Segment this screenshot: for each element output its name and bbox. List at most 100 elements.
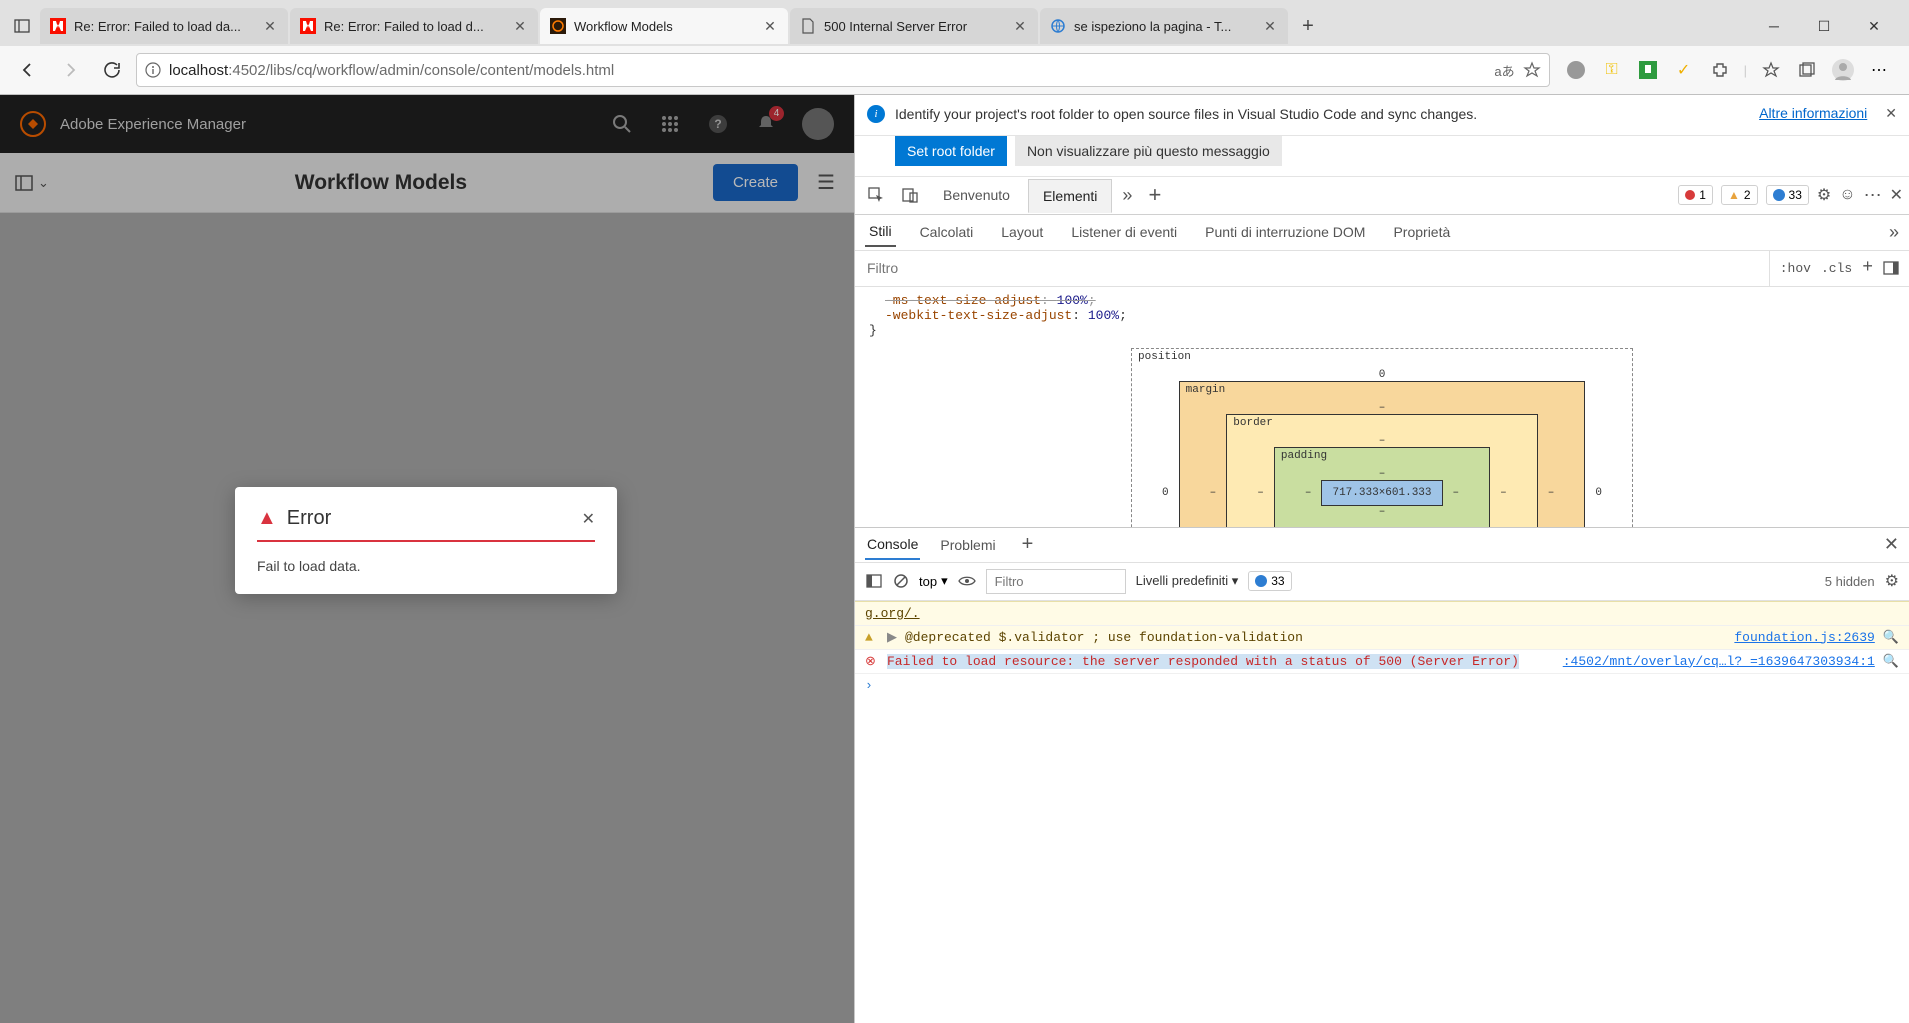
devtools-info-actions: Set root folder Non visualizzare più que…: [855, 136, 1909, 177]
levels-select[interactable]: Livelli predefiniti ▾: [1136, 573, 1239, 589]
error-count[interactable]: 1: [1678, 185, 1713, 205]
aem-page: Adobe Experience Manager ? 4 ⌄ Workflow …: [0, 95, 854, 1023]
cls-toggle[interactable]: .cls: [1821, 261, 1852, 276]
info-link[interactable]: Altre informazioni: [1759, 105, 1867, 121]
close-icon[interactable]: ✕: [512, 18, 528, 34]
feedback-icon[interactable]: ☺: [1839, 186, 1855, 204]
adobe-icon: [300, 18, 316, 34]
refresh-button[interactable]: [94, 52, 130, 88]
log-source-link[interactable]: :4502/mnt/overlay/cq…l?_=1639647303934:1: [1563, 654, 1875, 669]
tab-actions-icon[interactable]: [6, 10, 38, 42]
bm-margin-label: margin: [1186, 384, 1226, 396]
more-subtabs-icon[interactable]: »: [1889, 222, 1899, 243]
warning-icon: ▲: [257, 507, 277, 530]
styles-pane[interactable]: -ms-text-size-adjust: 100%; -webkit-text…: [855, 287, 1909, 527]
browser-chrome: Re: Error: Failed to load da... ✕ Re: Er…: [0, 0, 1909, 95]
console-filter-input[interactable]: [986, 569, 1126, 594]
maximize-button[interactable]: ☐: [1801, 10, 1847, 42]
hidden-count[interactable]: 5 hidden: [1825, 574, 1875, 589]
tab-3-active[interactable]: Workflow Models ✕: [540, 8, 788, 44]
subtab-properties[interactable]: Proprietà: [1389, 218, 1454, 246]
console-prompt[interactable]: ›: [855, 674, 1909, 697]
minimize-button[interactable]: ─: [1751, 10, 1797, 42]
doc-icon: [800, 18, 816, 34]
tab-welcome[interactable]: Benvenuto: [929, 179, 1024, 211]
add-drawer-tab-icon[interactable]: +: [1022, 533, 1034, 556]
close-window-button[interactable]: ✕: [1851, 10, 1897, 42]
collections-icon[interactable]: [1795, 58, 1819, 82]
add-rule-icon[interactable]: +: [1862, 258, 1873, 278]
tab-console[interactable]: Console: [865, 530, 920, 560]
gear-icon[interactable]: ⚙: [1885, 571, 1899, 591]
console-log[interactable]: g.org/. ▲ ▶ @deprecated $.validator ; us…: [855, 601, 1909, 697]
url-bar[interactable]: localhost:4502/libs/cq/workflow/admin/co…: [136, 53, 1550, 87]
panel-icon[interactable]: [1883, 260, 1899, 276]
subtab-listeners[interactable]: Listener di eventi: [1067, 218, 1181, 246]
clear-icon[interactable]: [893, 573, 909, 589]
profile-icon[interactable]: [1831, 58, 1855, 82]
tab-title: Re: Error: Failed to load da...: [74, 19, 254, 34]
hov-toggle[interactable]: :hov: [1780, 261, 1811, 276]
ext-icon-4[interactable]: ✓: [1672, 58, 1696, 82]
close-icon[interactable]: ✕: [582, 509, 595, 529]
bm-border-label: border: [1233, 417, 1273, 429]
more-tabs-icon[interactable]: »: [1116, 185, 1138, 206]
context-select[interactable]: top ▾: [919, 573, 948, 589]
subtab-computed[interactable]: Calcolati: [916, 218, 978, 246]
translate-icon[interactable]: aあ: [1494, 61, 1514, 80]
tab-bar: Re: Error: Failed to load da... ✕ Re: Er…: [0, 0, 1909, 46]
subtab-layout[interactable]: Layout: [997, 218, 1047, 246]
log-source-link[interactable]: foundation.js:2639: [1734, 630, 1874, 645]
console-drawer-tabs: Console Problemi + ✕: [855, 527, 1909, 563]
menu-icon[interactable]: ⋯: [1867, 58, 1891, 82]
subtab-styles[interactable]: Stili: [865, 217, 896, 247]
close-icon[interactable]: ✕: [762, 18, 778, 34]
add-tab-icon[interactable]: +: [1142, 182, 1167, 208]
set-root-button[interactable]: Set root folder: [895, 136, 1007, 166]
new-tab-button[interactable]: +: [1290, 8, 1326, 44]
ext-icon-2[interactable]: ⚿: [1600, 58, 1624, 82]
close-icon[interactable]: ✕: [1012, 18, 1028, 34]
close-drawer-icon[interactable]: ✕: [1884, 534, 1899, 555]
filter-input[interactable]: [855, 260, 1769, 276]
close-icon[interactable]: ✕: [262, 18, 278, 34]
ext-icon-1[interactable]: [1564, 58, 1588, 82]
tab-1[interactable]: Re: Error: Failed to load da... ✕: [40, 8, 288, 44]
url-text: localhost:4502/libs/cq/workflow/admin/co…: [169, 62, 1486, 79]
magnify-icon[interactable]: 🔍: [1883, 654, 1899, 669]
device-icon[interactable]: [895, 186, 925, 204]
close-icon[interactable]: ✕: [1885, 105, 1897, 122]
site-info-icon[interactable]: [145, 62, 161, 78]
more-icon[interactable]: ⋯: [1864, 185, 1882, 206]
console-info-count[interactable]: 33: [1248, 571, 1291, 591]
forward-button[interactable]: [52, 52, 88, 88]
inspect-icon[interactable]: [861, 186, 891, 204]
sidebar-icon[interactable]: [865, 572, 883, 590]
dismiss-button[interactable]: Non visualizzare più questo messaggio: [1015, 136, 1282, 166]
close-devtools-icon[interactable]: ✕: [1890, 185, 1903, 205]
ext-icon-3[interactable]: [1636, 58, 1660, 82]
tab-2[interactable]: Re: Error: Failed to load d... ✕: [290, 8, 538, 44]
info-count[interactable]: 33: [1766, 185, 1809, 205]
eye-icon[interactable]: [958, 575, 976, 587]
tab-title: Re: Error: Failed to load d...: [324, 19, 504, 34]
devtools-info-bar: i Identify your project's root folder to…: [855, 95, 1909, 136]
back-button[interactable]: [10, 52, 46, 88]
favorites-icon[interactable]: [1759, 58, 1783, 82]
bm-padding-label: padding: [1281, 450, 1327, 462]
extensions-icon[interactable]: [1708, 58, 1732, 82]
tab-problems[interactable]: Problemi: [938, 531, 997, 559]
tab-5[interactable]: se ispeziono la pagina - T... ✕: [1040, 8, 1288, 44]
close-icon[interactable]: ✕: [1262, 18, 1278, 34]
magnify-icon[interactable]: 🔍: [1883, 630, 1899, 645]
gear-icon[interactable]: ⚙: [1817, 185, 1831, 205]
modal-body: Fail to load data.: [257, 558, 595, 574]
favorite-icon[interactable]: [1523, 61, 1541, 79]
info-text: Identify your project's root folder to o…: [895, 105, 1749, 125]
tab-4[interactable]: 500 Internal Server Error ✕: [790, 8, 1038, 44]
tab-elements[interactable]: Elementi: [1028, 179, 1112, 213]
subtab-breakpoints[interactable]: Punti di interruzione DOM: [1201, 218, 1369, 246]
error-icon: ⊗: [865, 654, 879, 669]
warning-count[interactable]: ▲2: [1721, 185, 1758, 205]
aem-icon: [550, 18, 566, 34]
